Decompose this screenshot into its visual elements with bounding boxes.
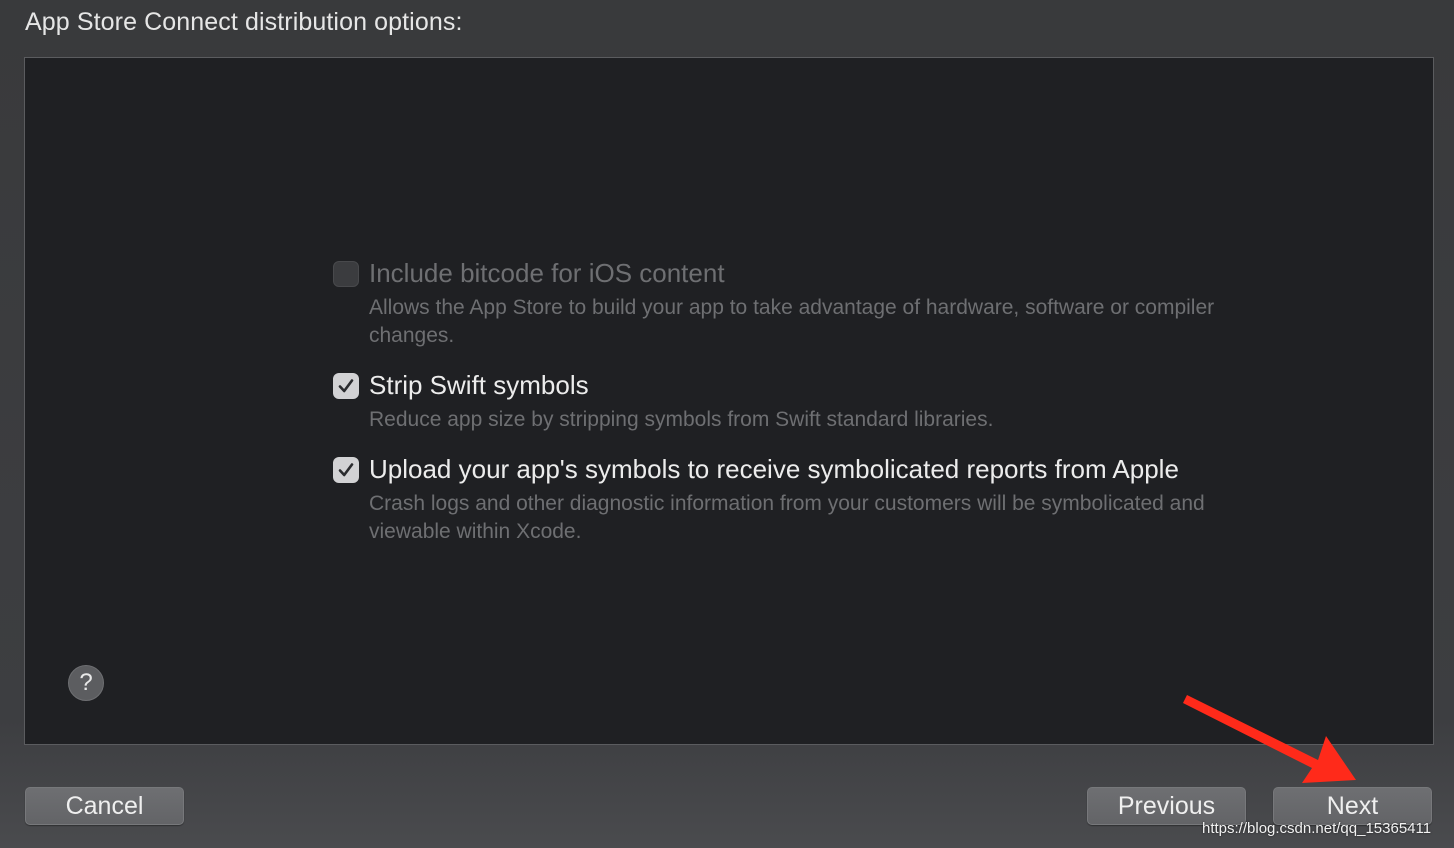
sheet-heading: App Store Connect distribution options: — [25, 8, 463, 36]
include-bitcode-description: Allows the App Store to build your app t… — [369, 296, 1215, 347]
strip-swift-symbols-description: Reduce app size by stripping symbols fro… — [369, 408, 994, 431]
upload-symbols-description: Crash logs and other diagnostic informat… — [369, 492, 1205, 543]
options-panel: Include bitcode for iOS content Allows t… — [24, 57, 1434, 745]
include-bitcode-checkbox[interactable] — [333, 261, 359, 287]
strip-swift-symbols-checkbox[interactable] — [333, 373, 359, 399]
watermark-text: https://blog.csdn.net/qq_15365411 — [1202, 820, 1432, 837]
help-button[interactable]: ? — [68, 665, 104, 701]
strip-swift-symbols-label: Strip Swift symbols — [369, 370, 589, 400]
upload-symbols-checkbox[interactable] — [333, 457, 359, 483]
upload-symbols-label: Upload your app's symbols to receive sym… — [369, 454, 1179, 484]
distribution-options-sheet: App Store Connect distribution options: … — [0, 0, 1454, 848]
checkmark-icon — [338, 463, 354, 477]
cancel-button[interactable]: Cancel — [25, 787, 184, 825]
include-bitcode-label: Include bitcode for iOS content — [369, 258, 725, 288]
checkmark-icon — [338, 379, 354, 393]
